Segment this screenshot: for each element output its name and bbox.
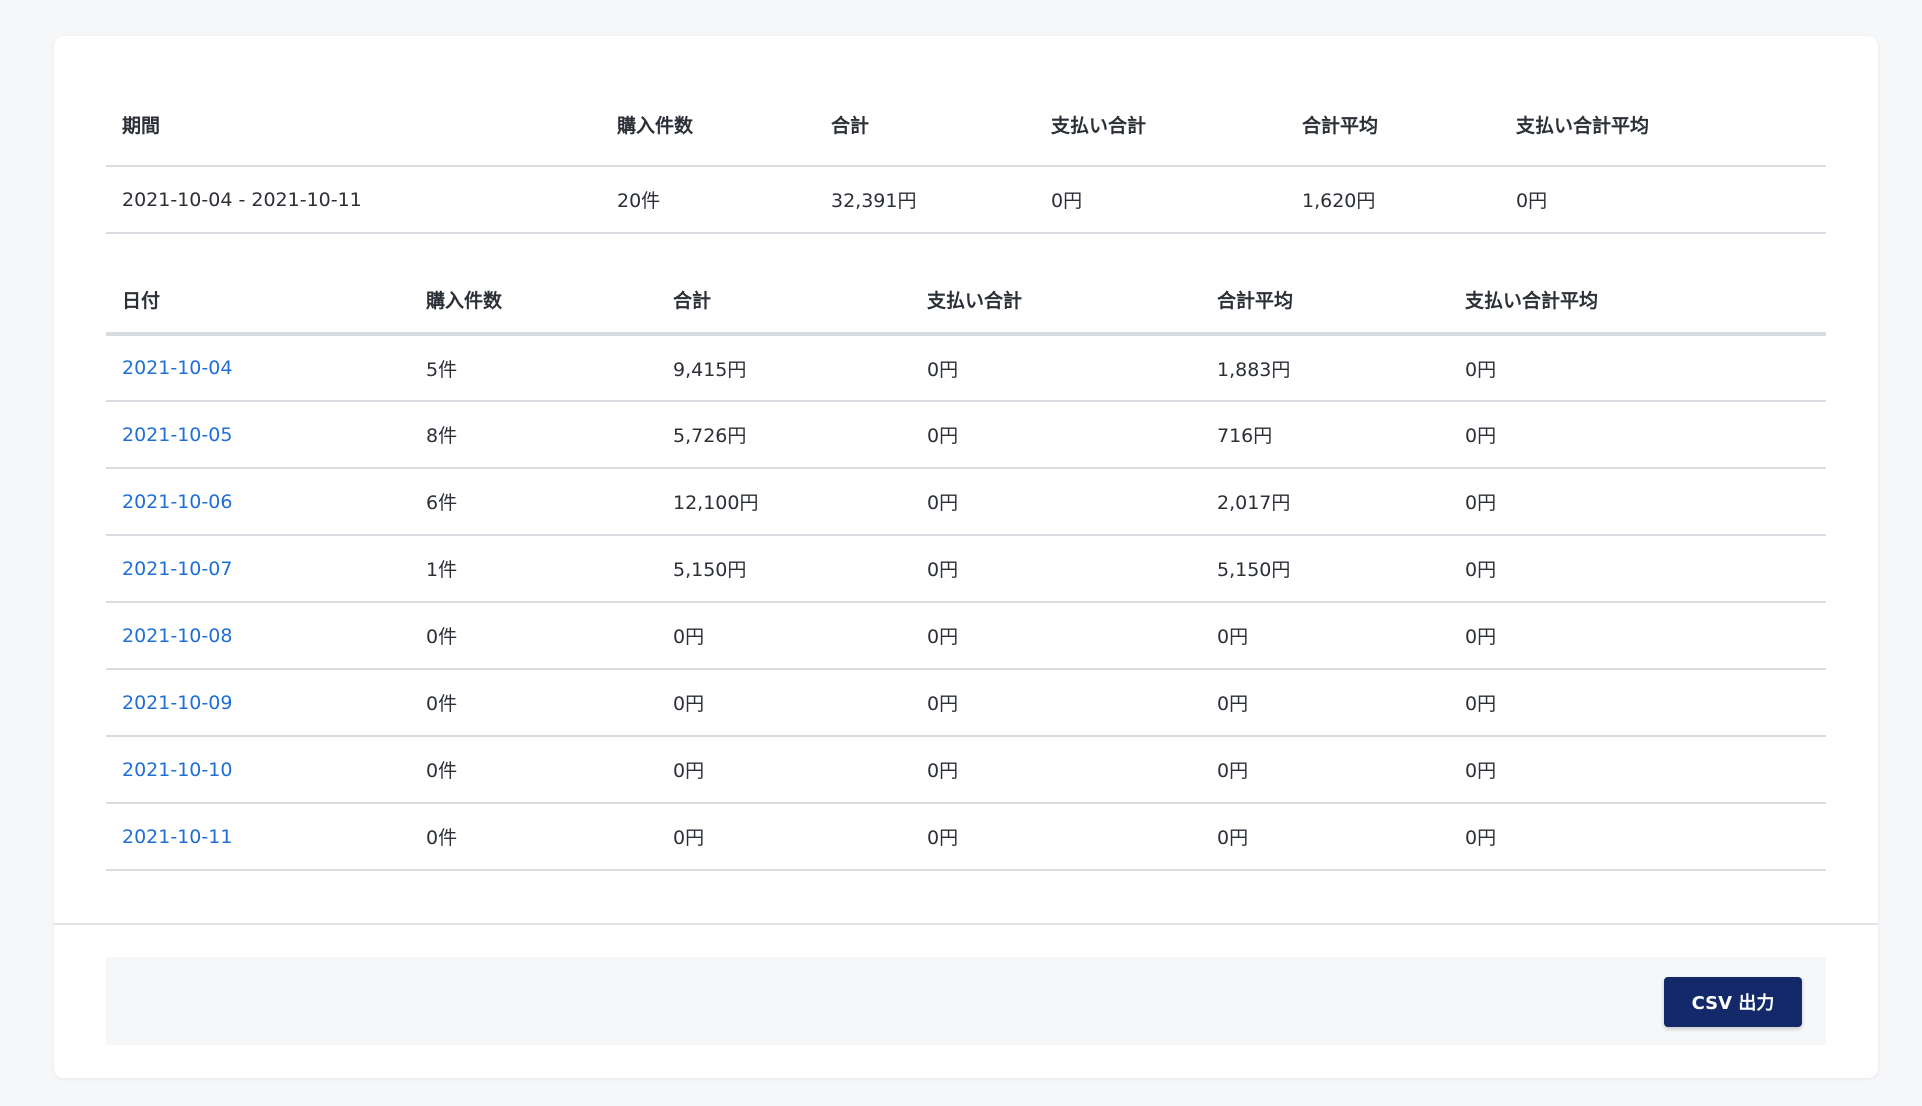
daily-header-paid-total: 支払い合計 [911, 266, 1201, 336]
row-avg: 2,017円 [1201, 468, 1449, 536]
row-count: 0件 [410, 736, 657, 804]
summary-header-count: 購入件数 [601, 84, 815, 167]
row-avg: 0円 [1201, 736, 1449, 804]
row-paid-avg: 0円 [1449, 602, 1826, 670]
row-total: 12,100円 [657, 468, 911, 536]
date-link[interactable]: 2021-10-10 [122, 759, 232, 781]
date-link[interactable]: 2021-10-06 [122, 491, 232, 513]
row-avg: 0円 [1201, 669, 1449, 737]
row-count: 5件 [410, 334, 657, 402]
summary-avg: 1,620円 [1286, 166, 1500, 234]
row-count: 8件 [410, 401, 657, 469]
row-total: 0円 [657, 736, 911, 804]
table-row: 2021-10-06 6件 12,100円 0円 2,017円 0円 [106, 468, 1826, 536]
summary-paid-avg: 0円 [1500, 166, 1826, 234]
row-paid-avg: 0円 [1449, 401, 1826, 469]
row-paid-total: 0円 [911, 803, 1201, 871]
row-count: 0件 [410, 669, 657, 737]
date-link[interactable]: 2021-10-09 [122, 692, 232, 714]
row-avg: 0円 [1201, 602, 1449, 670]
row-paid-total: 0円 [911, 736, 1201, 804]
report-card: 期間 購入件数 合計 支払い合計 合計平均 支払い合計平均 2021-10-04… [54, 36, 1878, 1078]
table-row: 2021-10-10 0件 0円 0円 0円 0円 [106, 736, 1826, 804]
row-paid-avg: 0円 [1449, 535, 1826, 603]
row-paid-total: 0円 [911, 535, 1201, 603]
summary-count: 20件 [601, 166, 815, 234]
table-row: 2021-10-11 0件 0円 0円 0円 0円 [106, 803, 1826, 871]
daily-header-row: 日付 購入件数 合計 支払い合計 合計平均 支払い合計平均 [106, 266, 1826, 336]
row-paid-total: 0円 [911, 468, 1201, 536]
row-paid-total: 0円 [911, 669, 1201, 737]
summary-total: 32,391円 [815, 166, 1035, 234]
row-avg: 716円 [1201, 401, 1449, 469]
row-paid-avg: 0円 [1449, 803, 1826, 871]
row-total: 5,150円 [657, 535, 911, 603]
daily-header-count: 購入件数 [410, 266, 657, 336]
daily-header-avg: 合計平均 [1201, 266, 1449, 336]
summary-header-period: 期間 [106, 84, 601, 167]
table-row: 2021-10-05 8件 5,726円 0円 716円 0円 [106, 401, 1826, 469]
daily-header-total: 合計 [657, 266, 911, 336]
table-row: 2021-10-04 5件 9,415円 0円 1,883円 0円 [106, 334, 1826, 402]
row-total: 0円 [657, 602, 911, 670]
row-count: 1件 [410, 535, 657, 603]
date-link[interactable]: 2021-10-11 [122, 826, 232, 848]
footer-bar: CSV 出力 [106, 957, 1826, 1045]
row-paid-avg: 0円 [1449, 669, 1826, 737]
row-paid-avg: 0円 [1449, 736, 1826, 804]
date-link[interactable]: 2021-10-07 [122, 558, 232, 580]
row-paid-avg: 0円 [1449, 334, 1826, 402]
date-link[interactable]: 2021-10-05 [122, 424, 232, 446]
row-count: 6件 [410, 468, 657, 536]
summary-header-paid-avg: 支払い合計平均 [1500, 84, 1826, 167]
row-count: 0件 [410, 602, 657, 670]
date-link[interactable]: 2021-10-08 [122, 625, 232, 647]
row-paid-avg: 0円 [1449, 468, 1826, 536]
row-count: 0件 [410, 803, 657, 871]
table-row: 2021-10-07 1件 5,150円 0円 5,150円 0円 [106, 535, 1826, 603]
summary-header-paid-total: 支払い合計 [1035, 84, 1286, 167]
date-link[interactable]: 2021-10-04 [122, 357, 232, 379]
table-row: 2021-10-09 0件 0円 0円 0円 0円 [106, 669, 1826, 737]
daily-header-paid-avg: 支払い合計平均 [1449, 266, 1826, 336]
row-avg: 1,883円 [1201, 334, 1449, 402]
csv-export-button[interactable]: CSV 出力 [1664, 977, 1802, 1027]
summary-header-avg: 合計平均 [1286, 84, 1500, 167]
row-total: 9,415円 [657, 334, 911, 402]
summary-header-total: 合計 [815, 84, 1035, 167]
summary-row: 2021-10-04 - 2021-10-11 20件 32,391円 0円 1… [106, 166, 1826, 234]
row-paid-total: 0円 [911, 401, 1201, 469]
footer-divider [54, 923, 1878, 925]
row-total: 0円 [657, 803, 911, 871]
row-avg: 0円 [1201, 803, 1449, 871]
summary-paid-total: 0円 [1035, 166, 1286, 234]
daily-header-date: 日付 [106, 266, 410, 336]
row-paid-total: 0円 [911, 334, 1201, 402]
table-row: 2021-10-08 0件 0円 0円 0円 0円 [106, 602, 1826, 670]
summary-period: 2021-10-04 - 2021-10-11 [106, 166, 601, 234]
row-avg: 5,150円 [1201, 535, 1449, 603]
row-paid-total: 0円 [911, 602, 1201, 670]
summary-table: 期間 購入件数 合計 支払い合計 合計平均 支払い合計平均 2021-10-04… [106, 84, 1826, 234]
summary-header-row: 期間 購入件数 合計 支払い合計 合計平均 支払い合計平均 [106, 84, 1826, 167]
row-total: 5,726円 [657, 401, 911, 469]
daily-table: 日付 購入件数 合計 支払い合計 合計平均 支払い合計平均 2021-10-04… [106, 266, 1826, 871]
row-total: 0円 [657, 669, 911, 737]
